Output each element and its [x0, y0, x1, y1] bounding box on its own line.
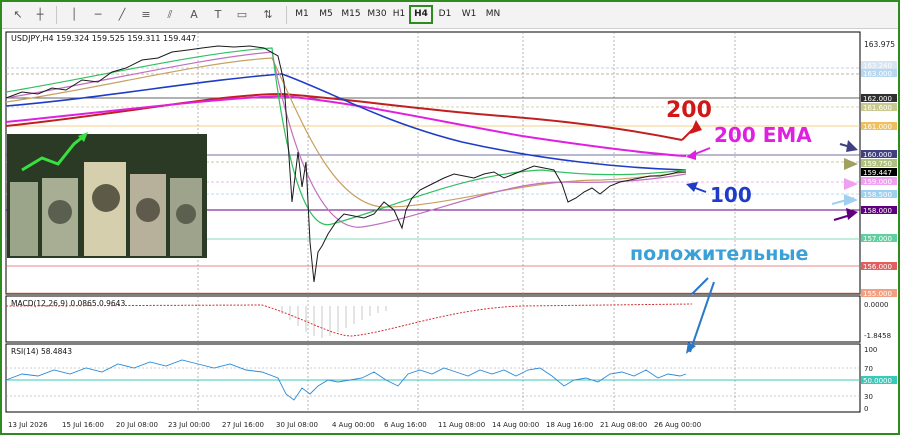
price-badge: 162.000 [863, 95, 892, 103]
rsi-title: RSI(14) 58.4843 [11, 347, 72, 356]
time-tick: 11 Aug 08:00 [438, 421, 485, 429]
time-tick: 15 Jul 16:00 [62, 421, 104, 429]
price-badge: 155.000 [863, 290, 892, 298]
time-tick: 27 Jul 16:00 [222, 421, 264, 429]
time-tick: 21 Aug 08:00 [600, 421, 647, 429]
time-tick: 23 Jul 00:00 [168, 421, 210, 429]
rsi-axis: 100 70 50.0000 30 0 [861, 346, 897, 413]
price-badge: 160.000 [863, 151, 892, 159]
annotation-200-ema: 200 EMA [714, 123, 812, 147]
currency-photo [7, 132, 207, 258]
rsi-tick: 100 [864, 346, 877, 354]
price-badge: 163.240 [863, 62, 892, 70]
annotation-100: 100 [710, 183, 752, 207]
price-tick: 163.975 [864, 40, 895, 49]
chart-header: USDJPY,H4 159.324 159.525 159.311 159.44… [11, 34, 196, 43]
time-tick: 4 Aug 00:00 [332, 421, 375, 429]
rsi-panel-border [5, 343, 861, 413]
macd-signal-line [5, 303, 693, 337]
chart-canvas[interactable]: 163.975 162.000 161.000 160.000 159.447 158.… [2, 2, 898, 433]
time-tick: 26 Aug 00:00 [654, 421, 701, 429]
price-badge: 159.000 [863, 178, 892, 186]
rsi-tick: 30 [864, 393, 873, 401]
macd-tick: -1.8458 [864, 332, 891, 340]
macd-tick: 0.0000 [864, 301, 889, 309]
macd-histogram [281, 306, 387, 338]
time-tick: 6 Aug 16:00 [384, 421, 427, 429]
price-badge: 163.000 [863, 70, 892, 78]
price-badge: 156.000 [863, 263, 892, 271]
rsi-tick: 0 [864, 405, 868, 413]
chart-window: ↖ ┼ │ ─ ╱ ≡ ⫽ A T ▭ ⇅ M1 M5 M15 M30 H1 H… [0, 0, 900, 435]
time-tick: 30 Jul 08:00 [276, 421, 318, 429]
arrow-positive-line-2 [691, 277, 709, 295]
price-badges: 163.240 163.000 162.000 161.600 161.000 … [861, 61, 897, 298]
annotation-200: 200 [666, 98, 712, 123]
time-axis: 13 Jul 2026 15 Jul 16:00 20 Jul 08:00 23… [8, 421, 701, 429]
time-tick: 13 Jul 2026 [8, 421, 48, 429]
macd-title: MACD(12,26,9) 0.0865 0.9643 [11, 299, 125, 308]
time-tick: 14 Aug 00:00 [492, 421, 539, 429]
vertical-grid [197, 32, 736, 412]
rsi-tick: 70 [864, 365, 873, 373]
price-badge: 161.600 [863, 104, 892, 112]
side-arrows [831, 140, 858, 221]
time-tick: 20 Jul 08:00 [116, 421, 158, 429]
ema200-line [5, 92, 683, 141]
annotation-positive: положительные [630, 243, 808, 265]
price-badge: 161.000 [863, 123, 892, 131]
price-badge: 158.500 [863, 191, 892, 199]
rsi-tick: 50.0000 [863, 377, 892, 385]
price-badge: 159.750 [863, 160, 892, 168]
price-badge: 158.000 [863, 207, 892, 215]
price-badge: 157.000 [863, 235, 892, 243]
arrow-100-icon [686, 182, 698, 192]
price-badge-current: 159.447 [863, 169, 892, 177]
time-tick: 18 Aug 16:00 [546, 421, 593, 429]
